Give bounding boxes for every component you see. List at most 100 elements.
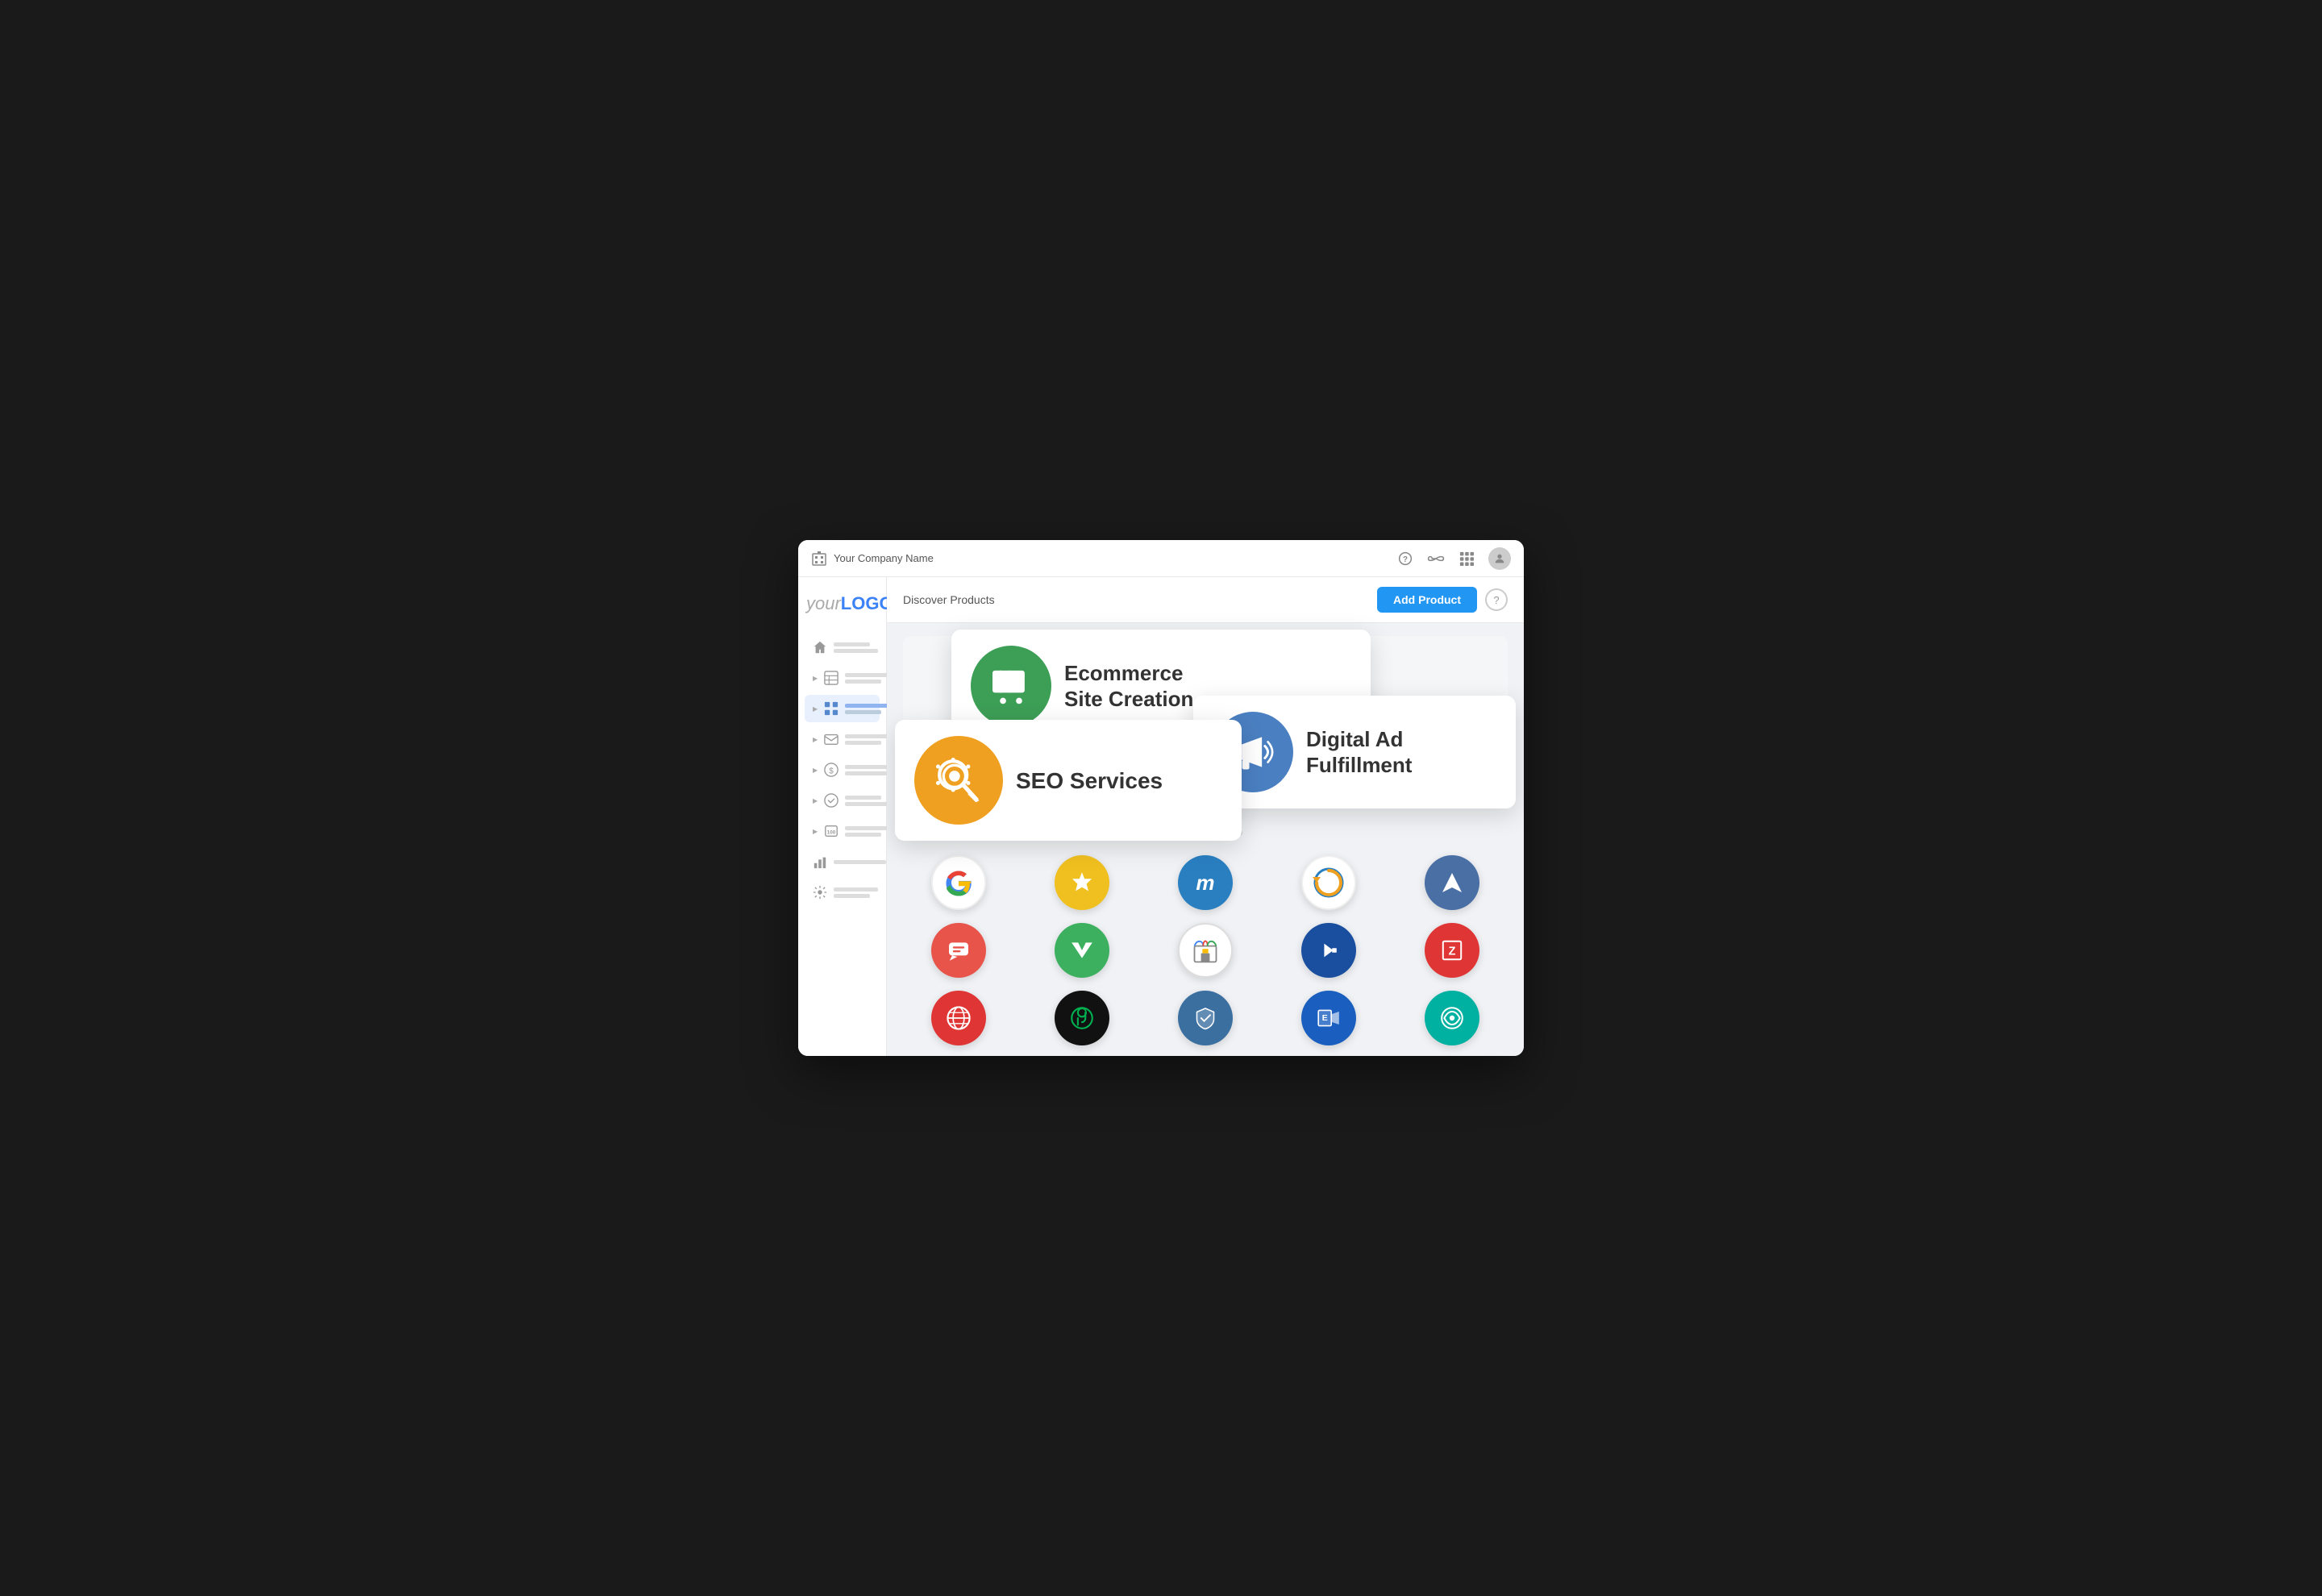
check-icon: [824, 793, 838, 808]
sidebar-item-grid[interactable]: ▶: [805, 664, 880, 692]
product-ci[interactable]: [1274, 855, 1384, 910]
product-godaddy[interactable]: [1026, 991, 1137, 1045]
product-moz[interactable]: m: [1150, 855, 1260, 910]
logo: yourLOGO: [806, 593, 878, 614]
mail-icon: [824, 732, 838, 746]
hundred-icon: 100: [824, 824, 838, 838]
sidebar-lines-home: [834, 642, 878, 653]
logo-your: your: [806, 593, 841, 613]
settings-icon: [813, 885, 827, 900]
expand-arrow: ▶: [813, 705, 818, 713]
add-product-button[interactable]: Add Product: [1377, 587, 1477, 613]
vend-icon: [1069, 937, 1095, 963]
infinity-icon[interactable]: [1427, 550, 1445, 567]
seo-card[interactable]: SEO Services: [895, 720, 1242, 841]
header-help-button[interactable]: ?: [1485, 588, 1508, 611]
table-icon: [824, 671, 838, 685]
shield-icon: [1193, 1006, 1217, 1030]
chart-icon: [813, 854, 827, 869]
seo-icon: [931, 753, 986, 808]
expand-arrow: ▶: [813, 675, 818, 682]
top-bar-right: ?: [1396, 547, 1511, 570]
discover-title: Discover Products: [903, 593, 995, 606]
sidebar-line: [845, 796, 881, 800]
digital-ad-card-label: Digital AdFulfillment: [1306, 726, 1412, 779]
sidebar-line: [845, 680, 881, 684]
sidebar-lines-mail: [845, 734, 889, 745]
product-aritic[interactable]: [1397, 855, 1508, 910]
exchange-icon: E: [1316, 1005, 1342, 1031]
chat-icon: [946, 937, 972, 963]
expand-arrow: ▶: [813, 767, 818, 774]
sidebar-item-settings[interactable]: [805, 879, 880, 906]
sidebar-item-apps[interactable]: ▶: [805, 695, 880, 722]
product-zed[interactable]: Z: [1397, 923, 1508, 978]
ci-icon: [1313, 867, 1345, 899]
product-shield[interactable]: [1150, 991, 1260, 1045]
cart-icon: [989, 667, 1033, 704]
product-globe[interactable]: [903, 991, 1013, 1045]
sidebar-line: [845, 734, 889, 738]
home-icon: [813, 640, 827, 655]
svg-text:Z: Z: [1449, 946, 1456, 958]
product-forward[interactable]: [1274, 923, 1384, 978]
sidebar-item-hundred[interactable]: ▶ 100: [805, 817, 880, 845]
top-bar-left: Your Company Name: [811, 551, 934, 567]
expand-arrow: ▶: [813, 736, 818, 743]
svg-text:E: E: [1322, 1014, 1328, 1023]
help-icon[interactable]: ?: [1396, 550, 1414, 567]
aritic-icon: [1440, 871, 1464, 895]
moz-letter: m: [1196, 871, 1214, 896]
digital-ad-card[interactable]: Digital AdFulfillment: [1193, 696, 1516, 808]
featured-section: EcommerceSite Creation: [887, 623, 1524, 849]
product-gmb[interactable]: [1150, 923, 1260, 978]
product-ripple[interactable]: [1397, 991, 1508, 1045]
sidebar-line: [845, 833, 881, 837]
svg-text:$: $: [829, 767, 834, 776]
sidebar-item-check[interactable]: ▶: [805, 787, 880, 814]
sidebar-item-mail[interactable]: ▶: [805, 725, 880, 753]
sidebar-line: [834, 887, 878, 892]
sidebar-line: [845, 704, 889, 708]
sidebar-nav: ▶ ▶: [798, 634, 886, 906]
dollar-icon: $: [824, 763, 838, 777]
logo-logo: LOGO: [841, 593, 893, 613]
godaddy-icon: [1068, 1004, 1096, 1032]
sidebar-line: [845, 826, 889, 830]
product-vend[interactable]: [1026, 923, 1137, 978]
product-chat[interactable]: [903, 923, 1013, 978]
grid-apps-icon[interactable]: [1458, 550, 1475, 567]
sidebar-item-home[interactable]: [805, 634, 880, 661]
sidebar-item-chart[interactable]: [805, 848, 880, 875]
top-bar: Your Company Name ?: [798, 540, 1524, 577]
sidebar-line: [845, 741, 881, 745]
sidebar-lines-chart: [834, 860, 886, 864]
logo-area: yourLOGO: [798, 593, 886, 634]
sidebar-lines-hundred: [845, 826, 889, 837]
product-exchange[interactable]: E: [1274, 991, 1384, 1045]
sidebar-item-dollar[interactable]: ▶ $: [805, 756, 880, 783]
sidebar-line: [834, 642, 870, 646]
seo-icon-circle: [914, 736, 1003, 825]
sidebar-line: [845, 771, 889, 775]
app-shell: Your Company Name ?: [798, 540, 1524, 1056]
sidebar-lines-apps: [845, 704, 889, 714]
star-icon: [1069, 870, 1095, 896]
forward-icon: [1317, 939, 1340, 962]
sidebar-line: [834, 860, 886, 864]
building-icon: [811, 551, 827, 567]
svg-text:?: ?: [1403, 555, 1408, 564]
main-layout: yourLOGO ▶: [798, 577, 1524, 1056]
company-name-label: Your Company Name: [834, 552, 934, 564]
product-star[interactable]: [1026, 855, 1137, 910]
ecommerce-icon-circle: [971, 646, 1051, 726]
sidebar-lines-settings: [834, 887, 878, 898]
sidebar-line: [845, 710, 881, 714]
google-logo: [943, 867, 975, 899]
product-google[interactable]: [903, 855, 1013, 910]
gmb-icon: [1191, 936, 1220, 965]
apps-icon: [824, 701, 838, 716]
user-avatar[interactable]: [1488, 547, 1511, 570]
svg-text:100: 100: [827, 830, 836, 836]
ecommerce-card-label: EcommerceSite Creation: [1064, 660, 1193, 713]
